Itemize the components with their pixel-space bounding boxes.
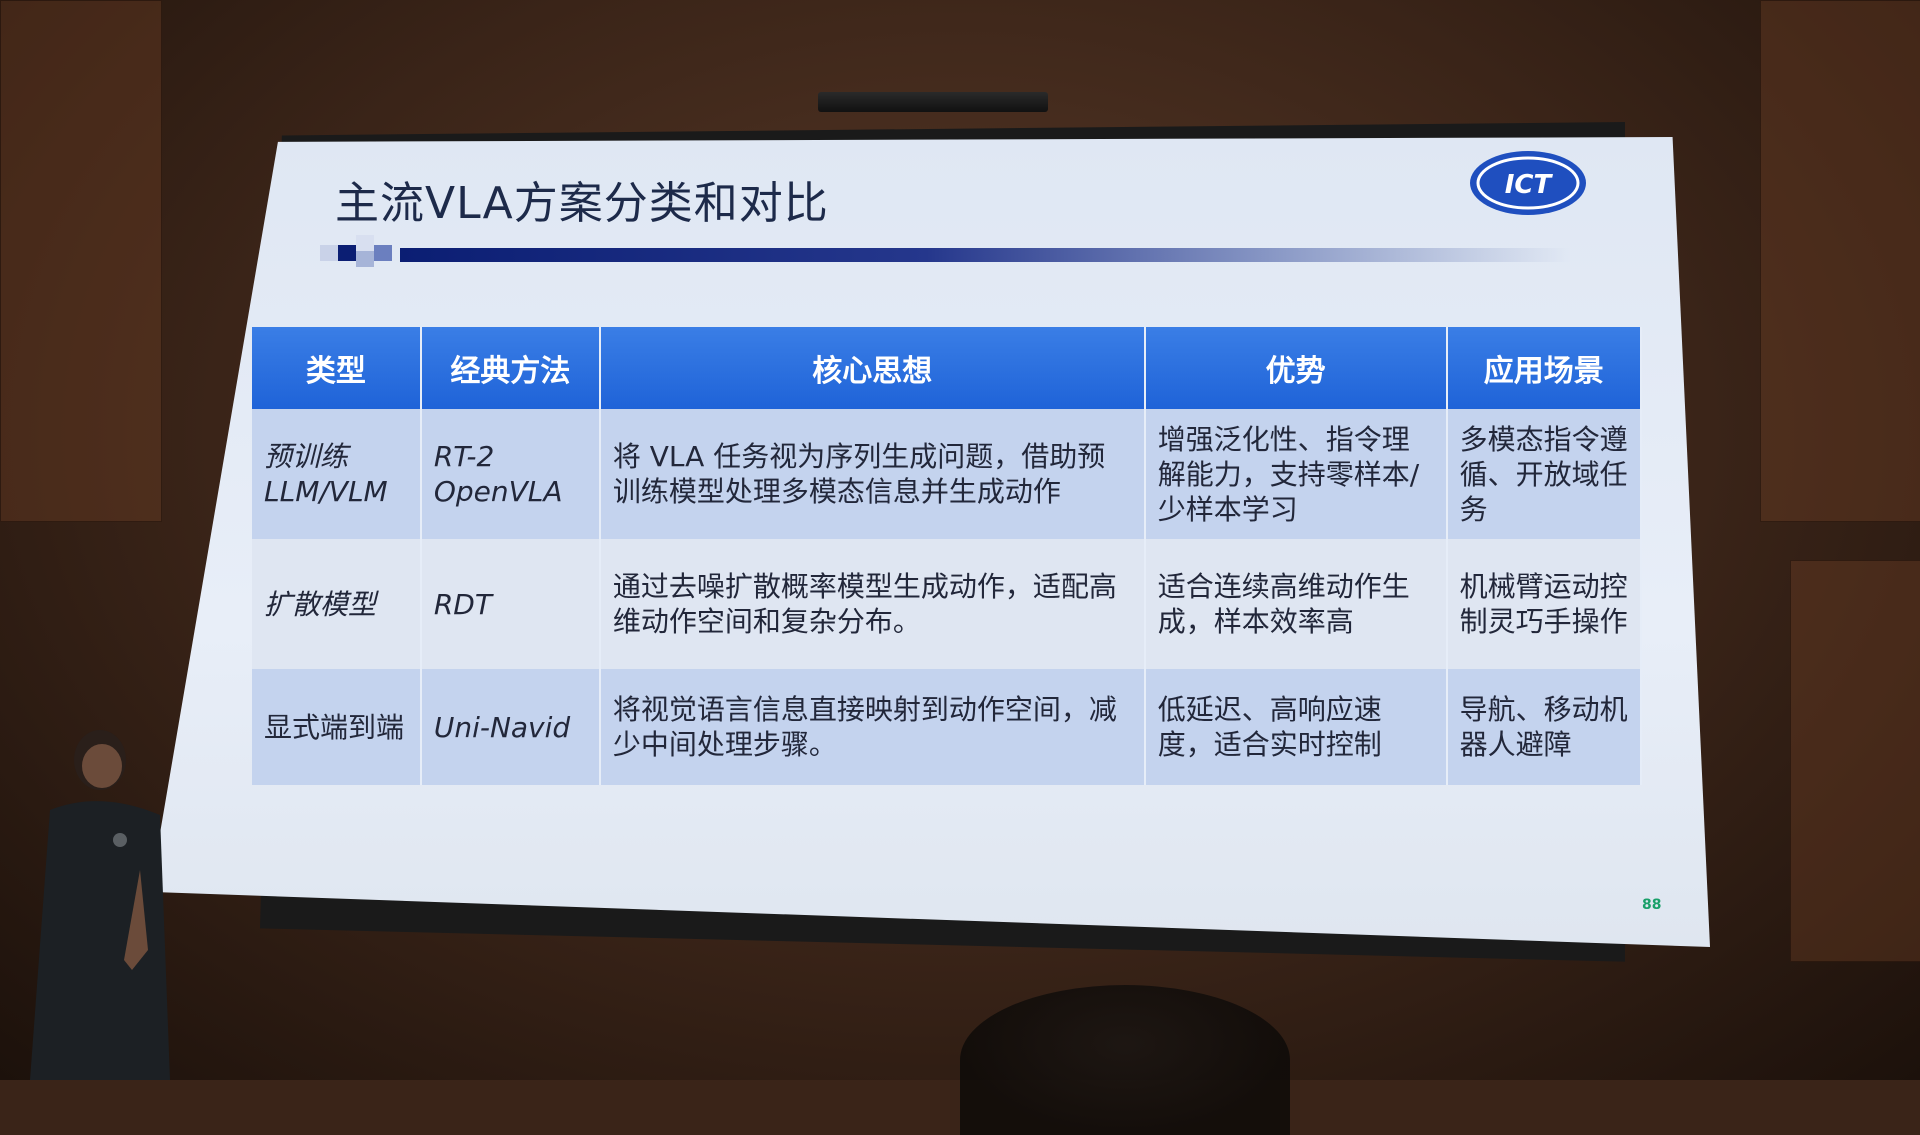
- wall-panel: [1760, 0, 1920, 522]
- cell-scenario: 机械臂运动控制灵巧手操作: [1446, 539, 1643, 669]
- comparison-table: 类型 经典方法 核心思想 优势 应用场景 预训练 LLM/VLM RT-2 Op…: [252, 327, 1643, 785]
- header-scenario: 应用场景: [1446, 327, 1643, 409]
- cell-scenario: 导航、移动机器人避障: [1446, 669, 1643, 785]
- table-row: 显式端到端 Uni-Navid 将视觉语言信息直接映射到动作空间，减少中间处理步…: [252, 669, 1643, 785]
- cell-type: 扩散模型: [252, 539, 422, 669]
- slide-title: 主流VLA方案分类和对比: [335, 178, 829, 229]
- cell-advantage: 适合连续高维动作生成，样本效率高: [1144, 539, 1448, 669]
- cell-scenario: 多模态指令遵循、开放域任务: [1446, 409, 1643, 539]
- table-header-row: 类型 经典方法 核心思想 优势 应用场景: [252, 327, 1643, 409]
- ict-logo: ICT: [1470, 151, 1586, 215]
- cell-core-idea: 通过去噪扩散概率模型生成动作，适配高维动作空间和复杂分布。: [599, 539, 1146, 669]
- cell-method: RT-2 OpenVLA: [420, 409, 601, 539]
- cell-method: Uni-Navid: [420, 669, 601, 785]
- header-method: 经典方法: [420, 327, 601, 409]
- cell-type: 预训练 LLM/VLM: [252, 409, 422, 539]
- header-advantage: 优势: [1144, 327, 1448, 409]
- cell-advantage: 低延迟、高响应速度，适合实时控制: [1144, 669, 1448, 785]
- slide-page-number: 88: [1642, 897, 1662, 913]
- wall-panel: [0, 0, 162, 522]
- cell-advantage: 增强泛化性、指令理解能力，支持零样本/少样本学习: [1144, 409, 1448, 539]
- wall-panel: [1790, 560, 1920, 962]
- audience-head-silhouette: [960, 985, 1290, 1135]
- cell-method: RDT: [420, 539, 601, 669]
- table-row: 扩散模型 RDT 通过去噪扩散概率模型生成动作，适配高维动作空间和复杂分布。 适…: [252, 539, 1643, 669]
- cell-core-idea: 将视觉语言信息直接映射到动作空间，减少中间处理步骤。: [599, 669, 1146, 785]
- cell-type: 显式端到端: [252, 669, 422, 785]
- ceiling-fixture: [818, 92, 1048, 112]
- svg-text:ICT: ICT: [1505, 170, 1554, 200]
- presenter-silhouette: [30, 730, 170, 1080]
- table-row: 预训练 LLM/VLM RT-2 OpenVLA 将 VLA 任务视为序列生成问…: [252, 409, 1643, 539]
- projected-slide: 主流VLA方案分类和对比 ICT 类型 经典方法 核心思想 优势 应用场景 预训…: [150, 137, 1710, 947]
- cell-core-idea: 将 VLA 任务视为序列生成问题，借助预训练模型处理多模态信息并生成动作: [599, 409, 1146, 539]
- title-decoration-bar: [320, 235, 1570, 267]
- header-type: 类型: [252, 327, 422, 409]
- header-core-idea: 核心思想: [599, 327, 1146, 409]
